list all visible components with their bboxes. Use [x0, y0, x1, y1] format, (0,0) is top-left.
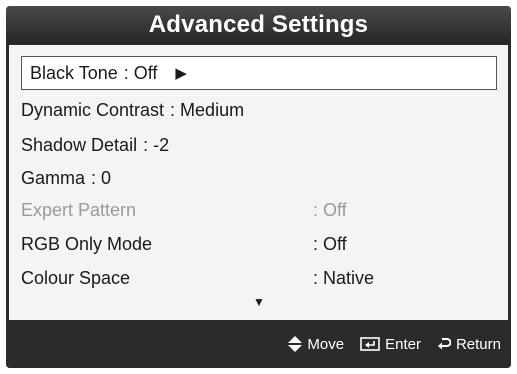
advanced-settings-menu: Advanced Settings Black Tone : Off ▶ Dyn…	[6, 6, 511, 368]
return-label: Return	[455, 335, 501, 353]
menu-item-label: Black Tone	[30, 62, 118, 83]
menu-item-label: Dynamic Contrast	[21, 99, 165, 120]
menu-item-black-tone[interactable]: Black Tone : Off ▶	[21, 56, 497, 90]
menu-item-label: RGB Only Mode	[21, 233, 153, 254]
move-label: Move	[307, 335, 345, 353]
menu-item-value: : -2	[143, 134, 170, 155]
enter-icon	[360, 337, 380, 351]
menu-item-dynamic-contrast[interactable]: Dynamic Contrast : Medium	[21, 93, 244, 127]
menu-item-shadow-detail[interactable]: Shadow Detail : -2	[21, 128, 169, 162]
return-icon	[437, 337, 451, 351]
scroll-down-icon[interactable]: ▼	[253, 295, 265, 309]
menu-item-value: : Native	[313, 267, 375, 288]
menu-item-rgb-only-mode[interactable]: RGB Only Mode : Off	[21, 227, 497, 261]
menu-item-value: : Off	[123, 62, 158, 83]
footer-hints: Move Enter Return	[6, 320, 511, 368]
menu-item-value: : Medium	[170, 99, 245, 120]
menu-title: Advanced Settings	[148, 11, 369, 38]
menu-item-value: : 0	[91, 167, 112, 188]
move-hint: Move	[288, 336, 344, 353]
submenu-arrow-icon: ▶	[175, 65, 187, 82]
title-bar: Advanced Settings	[6, 6, 511, 44]
menu-item-label: Shadow Detail	[21, 134, 138, 155]
menu-item-value: : Off	[313, 199, 347, 220]
menu-item-colour-space[interactable]: Colour Space : Native	[21, 261, 497, 295]
up-down-arrows-icon	[288, 336, 303, 352]
settings-list: Black Tone : Off ▶ Dynamic Contrast : Me…	[9, 45, 508, 320]
return-hint: Return	[437, 336, 501, 353]
menu-item-label: Expert Pattern	[21, 199, 137, 220]
menu-item-expert-pattern: Expert Pattern : Off	[21, 193, 497, 227]
menu-item-label: Gamma	[21, 167, 86, 188]
menu-item-value: : Off	[313, 233, 347, 254]
menu-item-gamma[interactable]: Gamma : 0	[21, 161, 111, 195]
enter-label: Enter	[385, 335, 421, 353]
menu-item-label: Colour Space	[21, 267, 131, 288]
enter-hint: Enter	[360, 336, 421, 353]
